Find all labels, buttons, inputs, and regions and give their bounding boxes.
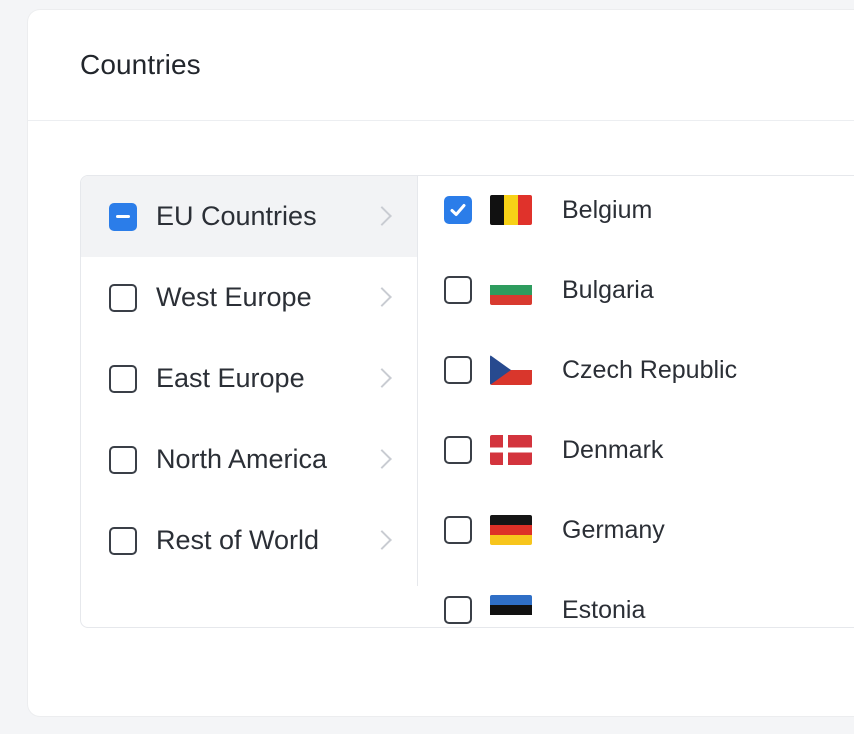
bulgaria-flag-icon (490, 275, 532, 305)
germany-flag-icon (490, 515, 532, 545)
chevron-right-icon (372, 529, 392, 550)
page-title: Countries (80, 49, 201, 80)
country-label: Bulgaria (562, 275, 654, 304)
chevron-right-icon (372, 286, 392, 307)
chevron-right-icon (372, 367, 392, 388)
chevron-right-icon (372, 448, 392, 469)
czech-flag-icon (490, 355, 532, 385)
country-label: Estonia (562, 595, 646, 624)
denmark-flag-icon (490, 435, 532, 465)
region-checkbox[interactable] (109, 526, 137, 555)
country-checkbox[interactable] (444, 436, 472, 464)
card-header: Countries (28, 10, 854, 121)
belgium-flag-icon (490, 195, 532, 225)
country-item-denmark[interactable]: Denmark (418, 410, 854, 490)
country-item-belgium[interactable]: Belgium (418, 176, 854, 250)
country-checkbox[interactable] (444, 196, 472, 224)
region-label: North America (156, 444, 328, 474)
region-item-eu-countries[interactable]: EU Countries (81, 176, 417, 257)
country-list[interactable]: Belgium Bulgaria Czech Republic Denmark … (418, 176, 854, 627)
country-checkbox[interactable] (444, 596, 472, 624)
region-label: Rest of World (156, 525, 320, 555)
estonia-flag-icon (490, 595, 532, 625)
country-label: Belgium (562, 195, 653, 224)
country-checkbox[interactable] (444, 356, 472, 384)
region-label: East Europe (156, 363, 305, 393)
country-label: Czech Republic (562, 355, 738, 384)
region-list: EU Countries West Europe East Europe Nor… (81, 176, 418, 586)
region-checkbox[interactable] (109, 283, 137, 312)
country-item-czech-republic[interactable]: Czech Republic (418, 330, 854, 410)
chevron-right-icon (372, 205, 392, 226)
region-item-north-america[interactable]: North America (81, 419, 417, 500)
region-label: West Europe (156, 282, 312, 312)
country-label: Germany (562, 515, 665, 544)
countries-card: Countries EU Countries West Europe East … (28, 10, 854, 716)
check-icon (450, 204, 466, 216)
country-label: Denmark (562, 435, 664, 464)
country-item-estonia[interactable]: Estonia (418, 570, 854, 627)
region-item-rest-of-world[interactable]: Rest of World (81, 500, 417, 581)
region-item-east-europe[interactable]: East Europe (81, 338, 417, 419)
region-checkbox[interactable] (109, 202, 137, 231)
region-checkbox[interactable] (109, 364, 137, 393)
country-cascader: EU Countries West Europe East Europe Nor… (80, 175, 854, 628)
country-item-germany[interactable]: Germany (418, 490, 854, 570)
country-checkbox[interactable] (444, 516, 472, 544)
region-checkbox[interactable] (109, 445, 137, 474)
country-item-bulgaria[interactable]: Bulgaria (418, 250, 854, 330)
region-label: EU Countries (156, 201, 317, 231)
country-checkbox[interactable] (444, 276, 472, 304)
region-item-west-europe[interactable]: West Europe (81, 257, 417, 338)
